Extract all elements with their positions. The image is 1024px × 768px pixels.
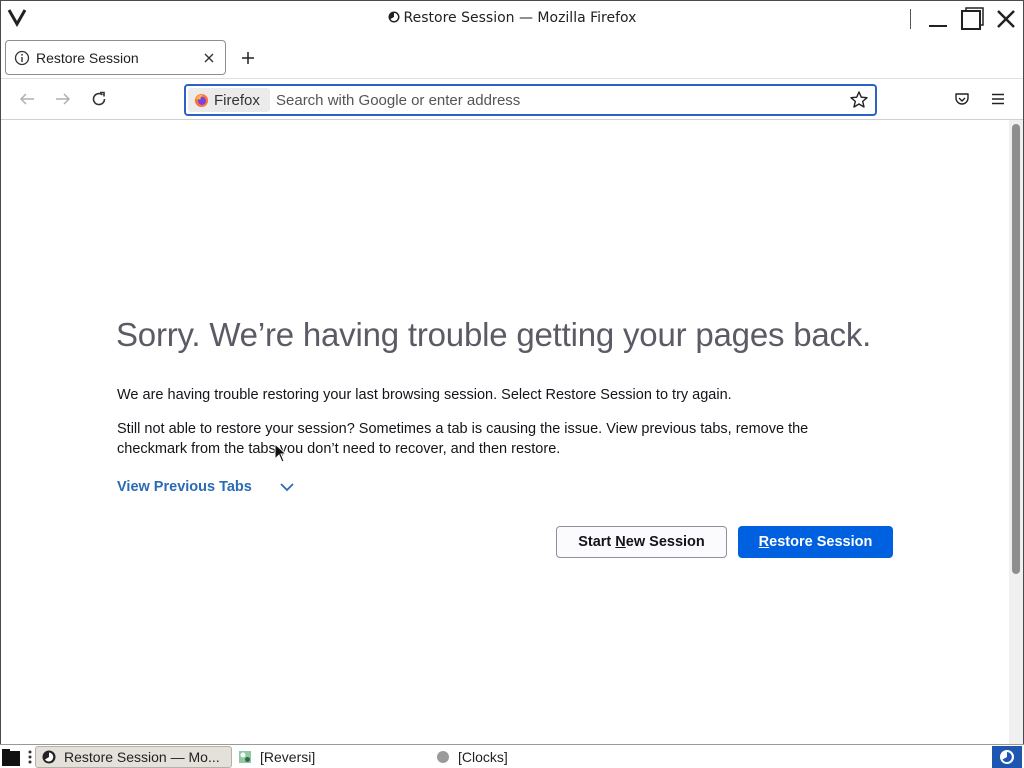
taskbar-grip-icon [28,750,32,764]
restore-session-button[interactable]: Restore Session [738,526,893,558]
taskbar-item-label: Restore Session — Mo... [64,749,220,765]
pocket-icon [955,93,969,105]
tab-restore-session[interactable]: Restore Session [5,40,226,75]
restore-session-label-post: estore Session [769,534,873,550]
restore-help-text: Still not able to restore your session? … [117,421,809,457]
hamburger-menu-icon [992,93,1004,105]
close-icon [204,53,214,62]
tab-close-button[interactable] [199,48,219,68]
arrow-left-icon [19,93,34,105]
firefox-glyph-icon [388,11,400,23]
reload-icon [92,91,106,106]
new-tab-button[interactable] [237,47,259,69]
minimize-icon [929,25,947,27]
maximize-button[interactable] [959,6,985,32]
taskbar-item-clocks[interactable]: [Clocks] [430,746,620,768]
firefox-glyph-icon [1000,750,1014,764]
start-menu-icon[interactable] [0,746,24,768]
start-new-session-accesskey: N [615,534,626,550]
window-controls [910,5,1019,33]
close-window-button[interactable] [993,6,1019,32]
restore-description: We are having trouble restoring your las… [117,387,732,403]
start-new-session-label-pre: Start [578,534,616,550]
taskbar-item-label: [Reversi] [260,749,316,765]
mouse-pointer-icon [274,443,288,463]
reversi-icon [239,751,251,763]
forward-button[interactable] [53,89,73,109]
start-new-session-button[interactable]: Start New Session [556,526,727,558]
browser-window: Restore Session — Mozilla Firefox Restor… [0,0,1024,744]
system-tray-firefox[interactable] [992,746,1022,768]
back-button[interactable] [17,89,37,109]
start-new-session-label-post: ew Session [625,534,705,550]
identity-box[interactable]: Firefox [188,88,270,112]
window-controls-separator [910,9,911,29]
maximize-icon [961,7,984,30]
close-icon [997,10,1015,28]
window-title: Restore Session — Mozilla Firefox [1,10,1023,26]
pocket-button[interactable] [952,89,972,109]
scrollbar-thumb[interactable] [1012,124,1020,574]
chevron-down-icon [280,483,294,492]
taskbar-item-label: [Clocks] [458,749,508,765]
page-title: Sorry. We’re having trouble getting your… [116,316,872,353]
tab-strip: Restore Session [1,37,1023,78]
minimize-button[interactable] [925,6,951,32]
firefox-logo-icon [194,93,209,107]
info-icon [14,50,30,65]
title-bar: Restore Session — Mozilla Firefox [1,1,1023,37]
view-previous-tabs-toggle[interactable]: View Previous Tabs [117,478,296,496]
window-title-text: Restore Session — Mozilla Firefox [403,10,637,26]
bookmark-star-icon[interactable] [849,90,869,110]
reload-button[interactable] [89,89,109,109]
taskbar-item-reversi[interactable]: [Reversi] [232,746,422,768]
address-bar[interactable]: Firefox [184,84,877,116]
restore-session-accesskey: R [758,534,770,550]
identity-label: Firefox [214,91,260,109]
url-input[interactable] [276,89,836,111]
app-menu-button[interactable] [988,89,1008,109]
view-previous-tabs-label: View Previous Tabs [117,479,252,495]
firefox-glyph-icon [42,750,56,764]
arrow-right-icon [56,93,71,105]
navigation-toolbar: Firefox [1,78,1023,120]
tab-label: Restore Session [36,49,139,66]
page-content: Sorry. We’re having trouble getting your… [1,120,1009,744]
vertical-scrollbar[interactable] [1009,120,1023,744]
taskbar: Restore Session — Mo... [Reversi] [Clock… [0,744,1024,768]
plus-icon [242,52,254,64]
clocks-icon [437,751,449,763]
taskbar-item-firefox[interactable]: Restore Session — Mo... [35,746,232,768]
